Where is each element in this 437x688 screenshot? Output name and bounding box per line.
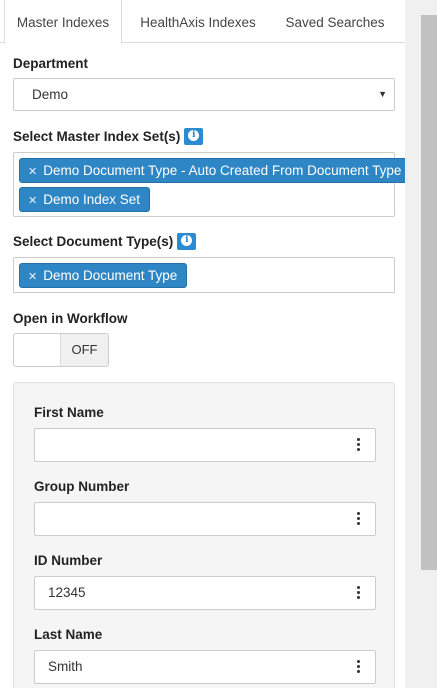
more-options-icon[interactable]	[357, 660, 361, 674]
master-index-set-multiselect[interactable]: ✕ Demo Document Type - Auto Created From …	[13, 152, 412, 217]
open-in-workflow-label: Open in Workflow	[13, 311, 128, 326]
more-options-icon[interactable]	[357, 586, 361, 600]
group-number-label: Group Number	[34, 479, 130, 494]
id-number-input[interactable]: 12345	[34, 576, 376, 610]
first-name-input[interactable]	[34, 428, 376, 462]
first-name-label: First Name	[34, 405, 104, 420]
master-index-set-tag: ✕ Demo Document Type - Auto Created From …	[19, 158, 412, 183]
remove-tag-icon[interactable]: ✕	[28, 271, 37, 283]
remove-tag-icon[interactable]: ✕	[28, 195, 37, 207]
scrollbar-thumb[interactable]	[421, 15, 437, 570]
department-selected-value: Demo	[32, 87, 69, 102]
caret-down-icon: ▼	[378, 89, 387, 99]
info-icon[interactable]	[177, 233, 197, 250]
index-fields-panel: First Name Group Number ID Number 12345 …	[13, 382, 395, 688]
info-icon[interactable]	[184, 128, 204, 145]
remove-tag-icon[interactable]: ✕	[28, 166, 37, 178]
document-type-label-row: Select Document Type(s)	[13, 233, 197, 251]
id-number-label: ID Number	[34, 553, 103, 568]
toggle-off-label: OFF	[60, 334, 108, 366]
last-name-label: Last Name	[34, 627, 103, 642]
master-index-set-tag: ✕ Demo Index Set	[19, 187, 151, 212]
department-select[interactable]: Demo ▼	[13, 78, 395, 111]
scrollbar[interactable]	[405, 0, 437, 688]
group-number-input[interactable]	[34, 502, 376, 536]
tab-bar: Master Indexes HealthAxis Indexes Saved …	[0, 0, 405, 44]
department-label: Department	[13, 56, 89, 71]
document-type-multiselect[interactable]: ✕ Demo Document Type	[13, 257, 395, 293]
master-index-set-label-row: Select Master Index Set(s)	[13, 128, 204, 146]
open-in-workflow-toggle[interactable]: OFF	[13, 333, 109, 367]
tab-master-indexes[interactable]: Master Indexes	[4, 0, 122, 44]
document-type-label: Select Document Type(s)	[13, 234, 174, 250]
more-options-icon[interactable]	[357, 512, 361, 526]
tab-saved-searches[interactable]: Saved Searches	[272, 0, 398, 43]
master-index-set-label: Select Master Index Set(s)	[13, 129, 181, 145]
document-type-tag: ✕ Demo Document Type	[19, 263, 188, 288]
more-options-icon[interactable]	[357, 438, 361, 452]
tab-healthaxis-indexes[interactable]: HealthAxis Indexes	[126, 0, 270, 43]
last-name-input[interactable]: Smith	[34, 650, 376, 684]
